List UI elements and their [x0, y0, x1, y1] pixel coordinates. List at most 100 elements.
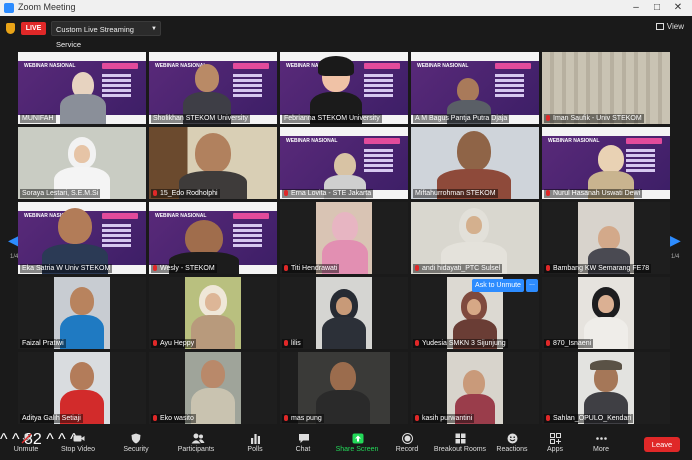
- participant-name: A M Bagus Pantja Putra Djaja: [413, 114, 510, 123]
- video-tile[interactable]: WEBINAR NASIONAL Wesly - STEKOM: [149, 202, 277, 274]
- participant-name: andi hidayati_PTC Sulsel: [413, 264, 503, 273]
- muted-mic-icon: [546, 265, 550, 271]
- participant-name: Eko wasito: [151, 414, 196, 423]
- security-button[interactable]: Security: [118, 433, 154, 453]
- video-tile[interactable]: Ayu Heppy: [149, 277, 277, 349]
- video-tile[interactable]: Miftahurrohman STEKOM: [411, 127, 539, 199]
- video-tile[interactable]: mas pung: [280, 352, 408, 424]
- participants-button[interactable]: Participants: [174, 433, 218, 453]
- participant-name: 15_Edo Rodholphi: [151, 189, 220, 198]
- active-speaker-video-tile[interactable]: WEBINAR NASIONAL Febrianna STEKOM Univer…: [280, 52, 408, 124]
- participant-name: Titi Hendrawati: [282, 264, 340, 273]
- polls-label: Polls: [247, 446, 263, 453]
- participant-name: mas pung: [282, 414, 324, 423]
- shield-icon: [131, 433, 142, 444]
- muted-mic-icon: [153, 415, 157, 421]
- encryption-shield-icon[interactable]: [6, 23, 15, 34]
- video-tile[interactable]: WEBINAR NASIONAL Eka Satria W Univ STEKO…: [18, 202, 146, 274]
- ask-to-unmute-button[interactable]: Ask to Unmute: [472, 279, 524, 292]
- muted-mic-icon: [546, 340, 550, 346]
- video-tile[interactable]: Eko wasito: [149, 352, 277, 424]
- chat-label: Chat: [295, 446, 311, 453]
- meeting-topbar: LIVE Custom Live Streaming Service ▼ Vie…: [0, 16, 692, 49]
- next-page-arrow-icon[interactable]: ▶: [670, 232, 681, 249]
- video-tile[interactable]: Sahlan_OPULO_Kendari: [542, 352, 670, 424]
- muted-mic-icon: [415, 415, 419, 421]
- view-button[interactable]: View: [655, 22, 684, 31]
- muted-mic-icon: [415, 265, 419, 271]
- minimize-button[interactable]: –: [626, 1, 646, 15]
- participant-name: Ayu Heppy: [151, 339, 197, 348]
- participants-icon: [191, 433, 204, 444]
- video-tile[interactable]: Soraya Lestari, S.E.M.Si: [18, 127, 146, 199]
- muted-mic-icon: [546, 190, 550, 196]
- participant-name: Miftahurrohman STEKOM: [413, 189, 498, 198]
- muted-mic-icon: [153, 265, 157, 271]
- video-tile[interactable]: WEBINAR NASIONAL Nurul Hasanah Uswati De…: [542, 127, 670, 199]
- participants-label: Participants: [177, 446, 215, 453]
- more-label: More: [593, 446, 609, 453]
- apps-icon: [549, 433, 561, 444]
- apps-button[interactable]: Apps: [542, 433, 568, 453]
- breakout-rooms-icon: [455, 433, 466, 444]
- apps-label: Apps: [547, 446, 563, 453]
- participant-name: Febrianna STEKOM University: [282, 114, 382, 123]
- more-button[interactable]: More: [588, 433, 614, 453]
- share-screen-button[interactable]: Share Screen: [334, 433, 380, 453]
- live-badge[interactable]: LIVE: [21, 22, 46, 35]
- participant-name: Sahlan_OPULO_Kendari: [544, 414, 634, 423]
- tile-more-options-button[interactable]: ...: [526, 279, 538, 292]
- video-tile[interactable]: WEBINAR NASIONAL A M Bagus Pantja Putra …: [411, 52, 539, 124]
- live-stream-select[interactable]: Custom Live Streaming Service ▼: [51, 21, 161, 49]
- share-screen-icon: [352, 433, 363, 444]
- video-tile[interactable]: kasih purwantini: [411, 352, 539, 424]
- participant-name: Nurul Hasanah Uswati Dewi: [544, 189, 643, 198]
- window-titlebar: Zoom Meeting – □ ✕: [0, 0, 692, 16]
- video-tile[interactable]: Iman Saufik - Univ STEKOM: [542, 52, 670, 124]
- reactions-button[interactable]: Reactions: [494, 433, 530, 453]
- smiley-icon: [507, 433, 518, 444]
- bar-chart-icon: [250, 433, 261, 444]
- participant-name: Yudesia SMKN 3 Sijunjung: [413, 339, 508, 348]
- chat-button[interactable]: Chat: [290, 433, 316, 453]
- participant-name: kasih purwantini: [413, 414, 475, 423]
- video-tile[interactable]: Aditya Galih Setiaji: [18, 352, 146, 424]
- record-button[interactable]: Record: [392, 433, 422, 453]
- unmute-button[interactable]: Unmute: [10, 433, 42, 453]
- video-tile[interactable]: lilis: [280, 277, 408, 349]
- video-tile[interactable]: WEBINAR NASIONAL Erna Lovita - STE Jakar…: [280, 127, 408, 199]
- participant-name: MUNIFAH: [20, 114, 56, 123]
- audio-options-chevron-icon[interactable]: ^: [0, 431, 8, 448]
- video-tile[interactable]: WEBINAR NASIONAL MUNIFAH: [18, 52, 146, 124]
- participant-name: Wesly - STEKOM: [151, 264, 217, 273]
- participant-name: lilis: [282, 339, 303, 348]
- video-tile[interactable]: 870_Isnaeni: [542, 277, 670, 349]
- chevron-down-icon: ▼: [151, 26, 157, 32]
- participants-options-chevron-icon[interactable]: ^: [46, 431, 54, 448]
- leave-button[interactable]: Leave: [644, 437, 680, 452]
- participant-name: Iman Saufik - Univ STEKOM: [544, 114, 644, 123]
- video-tile[interactable]: Titi Hendrawati: [280, 202, 408, 274]
- video-tile[interactable]: 15_Edo Rodholphi: [149, 127, 277, 199]
- video-tile[interactable]: WEBINAR NASIONAL Sholikhan STEKOM Univer…: [149, 52, 277, 124]
- breakout-rooms-button[interactable]: Breakout Rooms: [432, 433, 488, 453]
- participant-name: Eka Satria W Univ STEKOM: [20, 264, 113, 273]
- muted-mic-icon: [415, 340, 419, 346]
- close-button[interactable]: ✕: [668, 1, 688, 15]
- video-tile[interactable]: Bambang KW Semarang FE78: [542, 202, 670, 274]
- muted-mic-icon: [284, 190, 288, 196]
- polls-button[interactable]: Polls: [242, 433, 268, 453]
- participant-name: Soraya Lestari, S.E.M.Si: [20, 189, 101, 198]
- record-label: Record: [395, 446, 419, 453]
- record-icon: [401, 433, 413, 444]
- participant-name: 870_Isnaeni: [544, 339, 594, 348]
- muted-mic-icon: [284, 340, 288, 346]
- participant-name: Bambang KW Semarang FE78: [544, 264, 652, 273]
- video-tile[interactable]: andi hidayati_PTC Sulsel: [411, 202, 539, 274]
- video-tile[interactable]: Faizal Pratiwi: [18, 277, 146, 349]
- maximize-button[interactable]: □: [647, 1, 667, 15]
- stop-video-button[interactable]: Stop Video: [58, 433, 98, 453]
- share-screen-label: Share Screen: [335, 446, 379, 453]
- chat-bubble-icon: [298, 433, 309, 444]
- participant-name: Faizal Pratiwi: [20, 339, 66, 348]
